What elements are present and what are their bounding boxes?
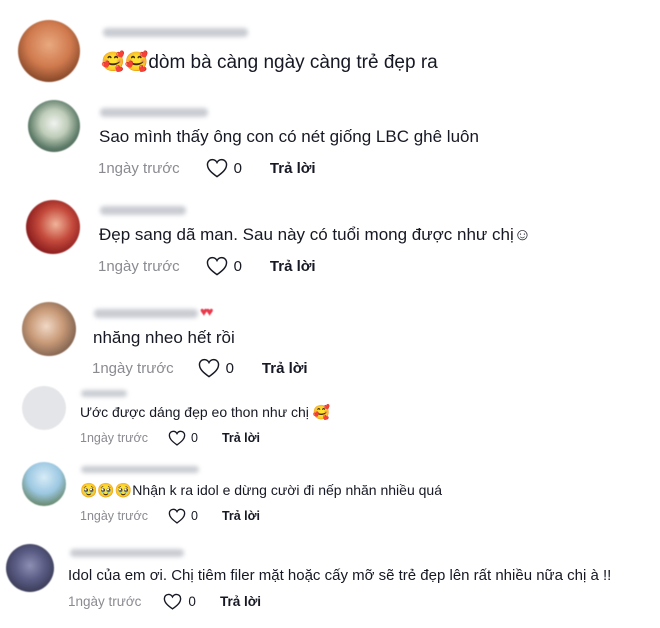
heart-outline-icon: [206, 256, 227, 276]
comment-text: Idol của em ơi. Chị tiêm filer mặt hoặc …: [68, 567, 612, 584]
like-button[interactable]: 0: [206, 256, 242, 276]
like-count: 0: [188, 594, 196, 609]
comment-text: 🥰🥰dòm bà càng ngày càng trẻ đẹp ra: [101, 52, 438, 73]
heart-outline-icon: [168, 430, 186, 446]
comment-meta: 1ngày trước 0 Trả lời: [92, 358, 308, 378]
like-count: 0: [190, 431, 198, 445]
timestamp: 1ngày trước: [80, 509, 148, 523]
avatar[interactable]: [22, 302, 76, 356]
avatar[interactable]: [18, 20, 80, 82]
avatar[interactable]: [22, 462, 66, 506]
comment-meta: 1ngày trước 0 Trả lời: [98, 256, 316, 276]
timestamp: 1ngày trước: [80, 431, 148, 445]
reply-button[interactable]: Trả lời: [270, 258, 316, 275]
username-blurred[interactable]: [103, 28, 248, 37]
username-blurred[interactable]: [70, 549, 184, 557]
like-count: 0: [233, 257, 242, 275]
like-button[interactable]: 0: [163, 593, 196, 610]
avatar[interactable]: [26, 200, 80, 254]
comment-text: Ước được dáng đẹp eo thon như chị 🥰: [80, 404, 331, 420]
like-count: 0: [233, 159, 242, 177]
username-blurred[interactable]: [100, 206, 186, 215]
like-button[interactable]: 0: [168, 508, 198, 524]
reply-button[interactable]: Trả lời: [222, 431, 260, 445]
heart-outline-icon: [198, 358, 219, 378]
timestamp: 1ngày trước: [92, 359, 174, 377]
avatar[interactable]: [28, 100, 80, 152]
like-count: 0: [225, 359, 234, 377]
reply-button[interactable]: Trả lời: [262, 360, 308, 377]
heart-decoration-icon: ♥♥: [200, 304, 214, 319]
heart-outline-icon: [206, 158, 227, 178]
comment-meta: 1ngày trước 0 Trả lời: [80, 508, 260, 524]
username-blurred[interactable]: [81, 390, 127, 397]
timestamp: 1ngày trước: [98, 159, 180, 177]
like-button[interactable]: 0: [168, 430, 198, 446]
reply-button[interactable]: Trả lời: [222, 509, 260, 523]
comment-meta: 1ngày trước 0 Trả lời: [80, 430, 260, 446]
like-button[interactable]: 0: [198, 358, 234, 378]
comment-text: Sao mình thấy ông con có nét giống LBC g…: [99, 127, 479, 146]
heart-outline-icon: [168, 508, 186, 524]
reply-button[interactable]: Trả lời: [270, 160, 316, 177]
username-blurred[interactable]: [81, 466, 199, 473]
like-count: 0: [190, 509, 198, 523]
username-blurred[interactable]: [100, 108, 208, 117]
comment-text: Đẹp sang dã man. Sau này có tuổi mong đư…: [99, 225, 532, 244]
avatar[interactable]: [22, 386, 66, 430]
reply-button[interactable]: Trả lời: [220, 594, 261, 609]
comment-meta: 1ngày trước 0 Trả lời: [68, 593, 261, 610]
heart-outline-icon: [164, 593, 182, 610]
like-button[interactable]: 0: [206, 158, 242, 178]
comment-meta: 1ngày trước 0 Trả lời: [98, 158, 316, 178]
timestamp: 1ngày trước: [98, 257, 180, 275]
comment-text: nhăng nheo hết rồi: [93, 328, 235, 347]
username-blurred[interactable]: [94, 309, 198, 318]
timestamp: 1ngày trước: [68, 594, 142, 609]
comment-text: 🥹🥹🥹Nhận k ra idol e dừng cười đi nếp nhă…: [80, 482, 442, 498]
avatar[interactable]: [6, 544, 54, 592]
